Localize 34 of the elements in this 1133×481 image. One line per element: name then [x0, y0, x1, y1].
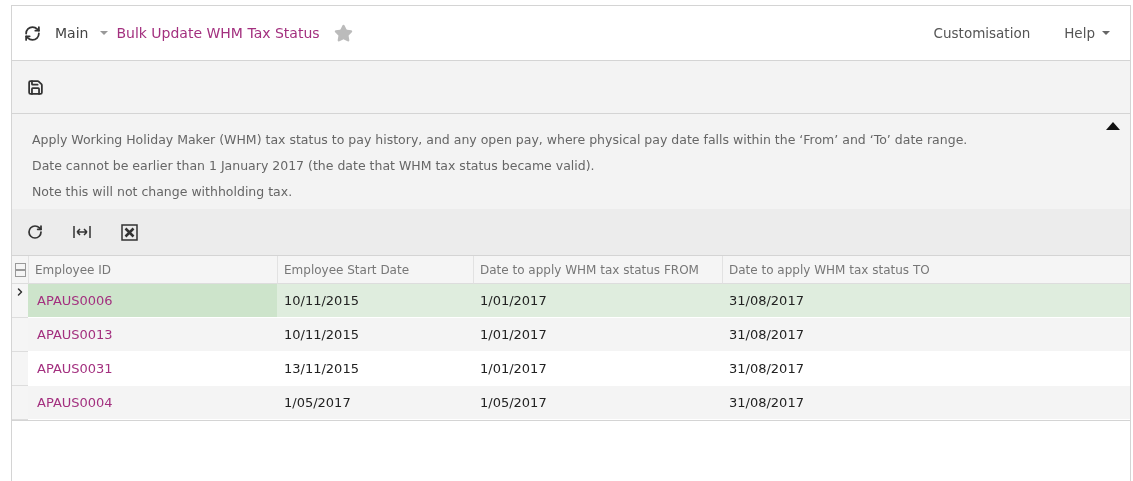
page-title: Bulk Update WHM Tax Status: [116, 25, 320, 41]
table-cell: 31/08/2017: [722, 386, 1130, 419]
description-text: Note this will not change withholding tax.: [32, 184, 294, 199]
export-excel-button[interactable]: [121, 223, 138, 241]
row-indicator[interactable]: [12, 284, 28, 318]
employee-link[interactable]: APAUS0004: [28, 386, 277, 419]
employee-link[interactable]: APAUS0013: [28, 318, 277, 351]
column-header[interactable]: Date to apply WHM tax status TO: [722, 256, 1130, 284]
column-header[interactable]: Date to apply WHM tax status FROM: [473, 256, 722, 284]
table-cell: 1/05/2017: [473, 386, 722, 419]
breadcrumb-link[interactable]: Main: [55, 25, 89, 41]
table-cell: 31/08/2017: [722, 318, 1130, 351]
caret-icon[interactable]: [100, 31, 109, 35]
fit-columns-button[interactable]: [73, 225, 91, 239]
employee-link[interactable]: APAUS0006: [28, 284, 277, 317]
table-cell: 10/11/2015: [277, 318, 473, 351]
table-cell: 10/11/2015: [277, 284, 473, 317]
column-header[interactable]: Employee ID: [28, 256, 277, 284]
caret-icon: [1102, 31, 1110, 35]
table-cell: 1/05/2017: [277, 386, 473, 419]
column-header[interactable]: Employee Start Date: [277, 256, 473, 284]
refresh-icon[interactable]: [24, 24, 41, 42]
row-selector-icon[interactable]: [14, 262, 26, 277]
star-icon[interactable]: [333, 23, 353, 43]
description-text: Date cannot be earlier than 1 January 2017 (the date that WHM tax status became valid).: [32, 158, 596, 173]
collapse-button[interactable]: [1106, 122, 1120, 130]
table-cell: 31/08/2017: [722, 284, 1130, 317]
table-cell: 1/01/2017: [473, 318, 722, 351]
table-cell: 1/01/2017: [473, 284, 722, 317]
menu-link[interactable]: Help: [1064, 25, 1110, 41]
save-button[interactable]: [27, 78, 44, 96]
refresh-button[interactable]: [27, 224, 43, 240]
description-text: Apply Working Holiday Maker (WHM) tax status to pay history, and any open pay, where physical pay date falls within the ‘From’ and ‘To’ date range.: [32, 132, 969, 147]
menu-link[interactable]: Customisation: [933, 25, 1031, 41]
